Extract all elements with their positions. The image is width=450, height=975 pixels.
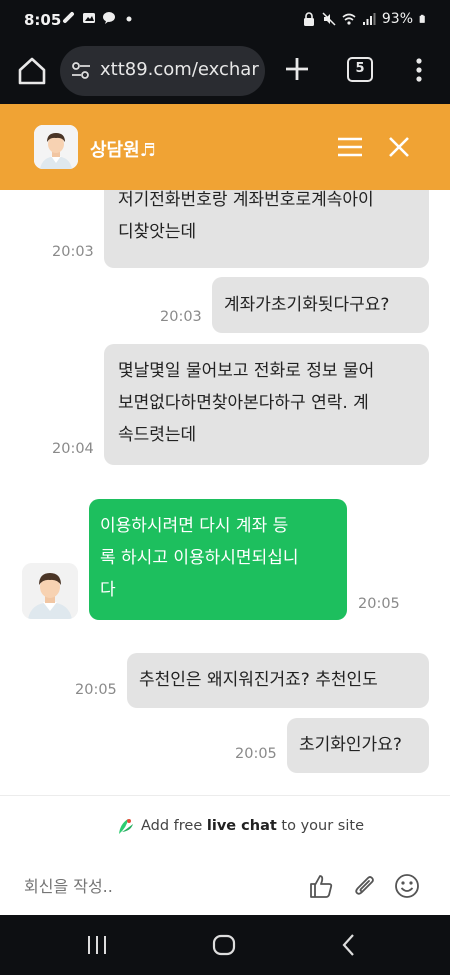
branding-suffix: to your site — [276, 818, 364, 834]
thumbs-up-icon[interactable] — [308, 873, 334, 899]
message-bubble-visitor: 몇날몇일 물어보고 전화로 정보 물어 보면없다하면찾아본다하구 연락. 계 속… — [104, 344, 429, 465]
back-icon[interactable] — [340, 933, 358, 957]
message-timestamp: 20:05 — [75, 682, 117, 698]
site-settings-icon[interactable] — [70, 61, 92, 81]
address-bar[interactable]: xtt89.com/exchar — [60, 46, 265, 96]
message-timestamp: 20:05 — [358, 596, 400, 612]
message-line: 속드렷는데 — [118, 425, 197, 445]
message-bubble-visitor: 초기화인가요? — [287, 718, 429, 773]
message-composer — [0, 853, 450, 915]
message-bubble-visitor: 계좌가초기화됫다구요? — [212, 277, 429, 333]
status-bar: 8:05 93% — [0, 0, 450, 40]
new-tab-icon[interactable] — [284, 56, 310, 82]
powered-by-banner[interactable]: Add free live chat to your site — [0, 795, 450, 853]
tab-switcher-button[interactable]: 5 — [347, 57, 373, 82]
more-menu-icon[interactable] — [411, 56, 427, 84]
message-bubble-visitor: 저기전화번호랑 계좌번호로계속아이 디찾앗는데 — [104, 190, 429, 268]
message-timestamp: 20:03 — [160, 309, 202, 325]
home-button-icon[interactable] — [212, 934, 236, 956]
wifi-icon — [342, 13, 356, 25]
message-timestamp: 20:04 — [52, 441, 94, 457]
system-nav-bar — [0, 915, 450, 975]
mute-icon — [322, 12, 336, 26]
chat-notification-icon — [103, 12, 115, 24]
message-timestamp: 20:05 — [235, 746, 277, 762]
message-bubble-agent: 이용하시려면 다시 계좌 등 록 하시고 이용하시면되십니 다 — [89, 499, 347, 620]
dot-icon — [126, 16, 132, 22]
hamburger-menu-icon[interactable] — [337, 136, 363, 158]
status-time: 8:05 — [24, 11, 62, 29]
attachment-icon[interactable] — [352, 873, 378, 899]
message-line: 추천인은 왜지워진거죠? 추천인도 — [139, 670, 378, 690]
message-line: 보면없다하면찾아본다하구 연락. 계 — [118, 393, 369, 413]
battery-level: 93% — [381, 11, 413, 27]
branding-highlight: live chat — [206, 818, 277, 834]
browser-toolbar: xtt89.com/exchar 5 — [0, 40, 450, 104]
link-icon — [63, 12, 74, 23]
message-line: 이용하시려면 다시 계좌 등 — [100, 516, 289, 536]
chat-message-list[interactable]: 저기전화번호랑 계좌번호로계속아이 디찾앗는데 20:03 계좌가초기화됫다구요… — [0, 190, 450, 795]
gallery-icon — [83, 13, 95, 23]
recent-apps-icon[interactable] — [87, 934, 107, 956]
powered-by-text[interactable]: Add free live chat to your site — [141, 818, 364, 834]
battery-icon — [419, 14, 425, 23]
message-line: 다 — [100, 580, 116, 600]
home-icon[interactable] — [14, 53, 50, 89]
message-line: 디찾앗는데 — [118, 222, 197, 242]
emoji-icon[interactable] — [394, 873, 420, 899]
reply-input[interactable] — [24, 877, 264, 896]
notification-icons — [62, 11, 136, 25]
system-indicators: 93% — [302, 11, 428, 27]
message-bubble-visitor: 추천인은 왜지워진거죠? 추천인도 — [127, 653, 429, 708]
close-icon[interactable] — [388, 136, 410, 158]
chat-header: 상담원♬ — [0, 104, 450, 190]
message-line: 몇날몇일 물어보고 전화로 정보 물어 — [118, 361, 375, 381]
message-timestamp: 20:03 — [52, 244, 94, 260]
tawk-logo-icon — [119, 819, 133, 834]
agent-avatar-icon — [22, 563, 78, 619]
message-line: 저기전화번호랑 계좌번호로계속아이 — [118, 190, 374, 210]
agent-avatar — [34, 125, 78, 169]
agent-avatar-icon — [34, 125, 78, 169]
signal-icon — [362, 13, 376, 25]
message-line: 계좌가초기화됫다구요? — [224, 295, 390, 315]
lock-icon — [303, 12, 314, 26]
branding-prefix: Add free — [141, 818, 207, 834]
agent-name: 상담원♬ — [90, 140, 156, 161]
message-line: 초기화인가요? — [299, 735, 402, 755]
message-line: 록 하시고 이용하시면되십니 — [100, 548, 299, 568]
agent-message-avatar — [22, 563, 78, 619]
url-text: xtt89.com/exchar — [100, 59, 259, 80]
